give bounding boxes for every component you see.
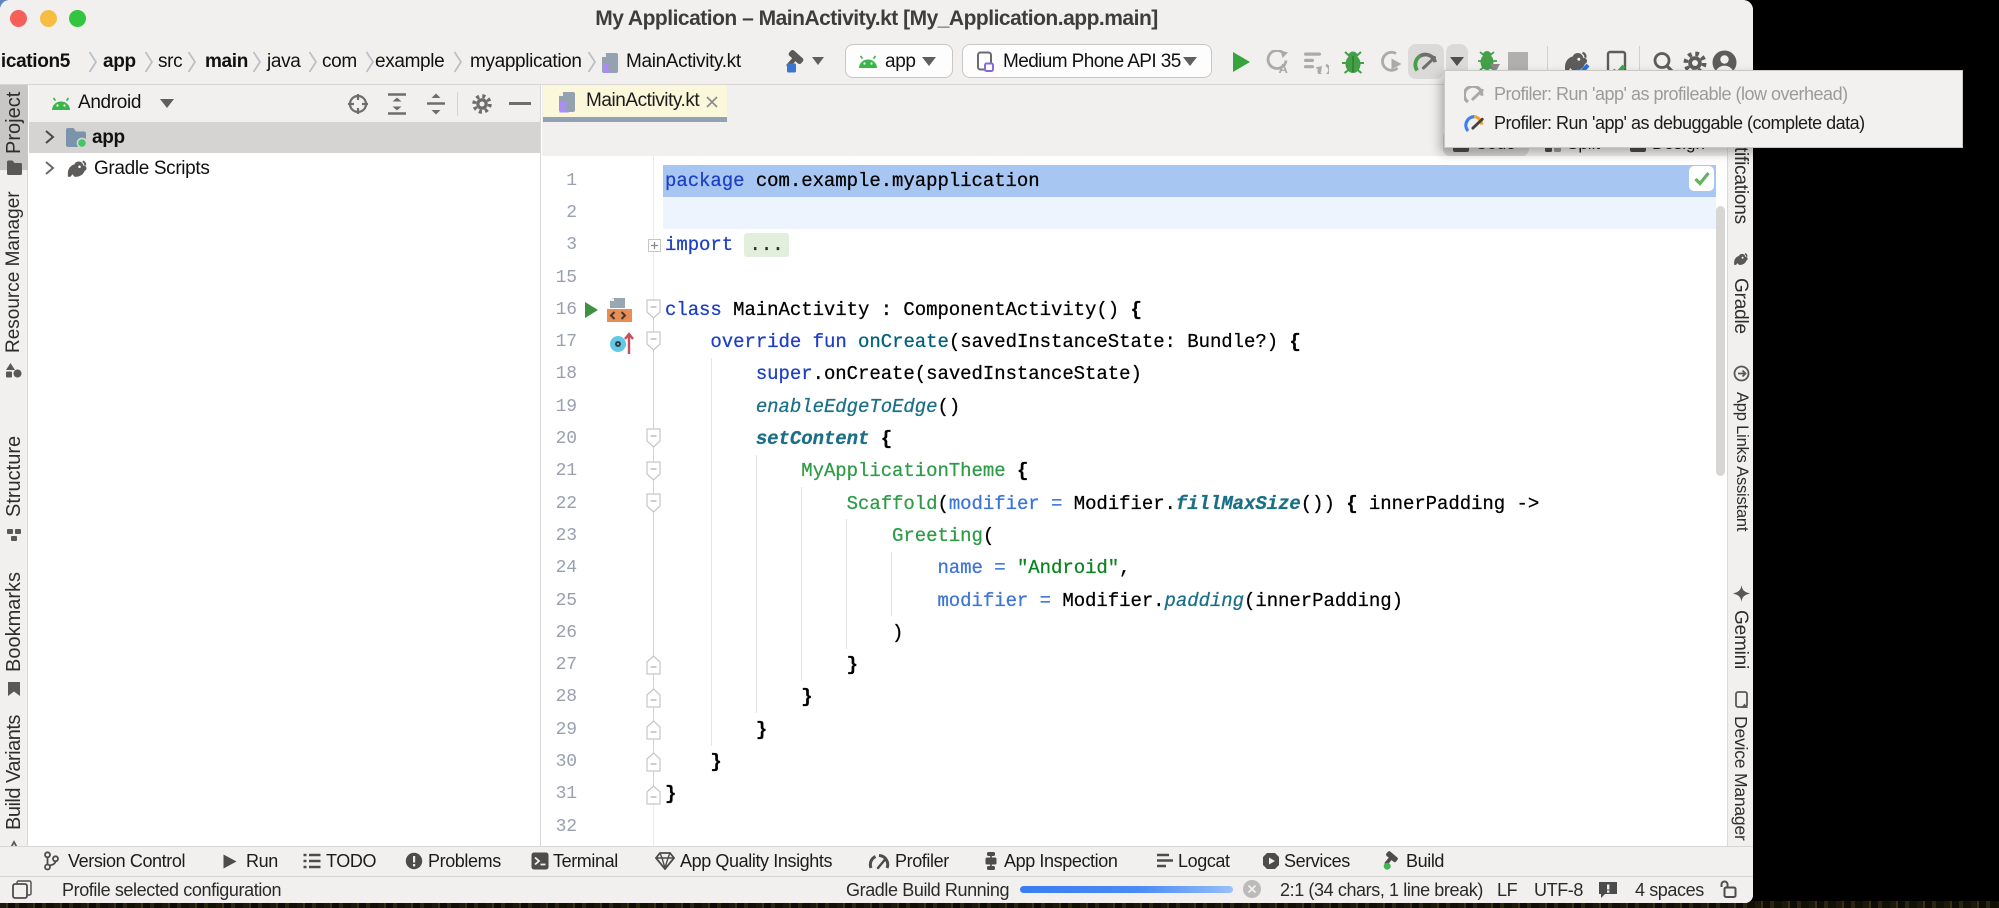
svg-text:A: A	[1279, 61, 1289, 74]
